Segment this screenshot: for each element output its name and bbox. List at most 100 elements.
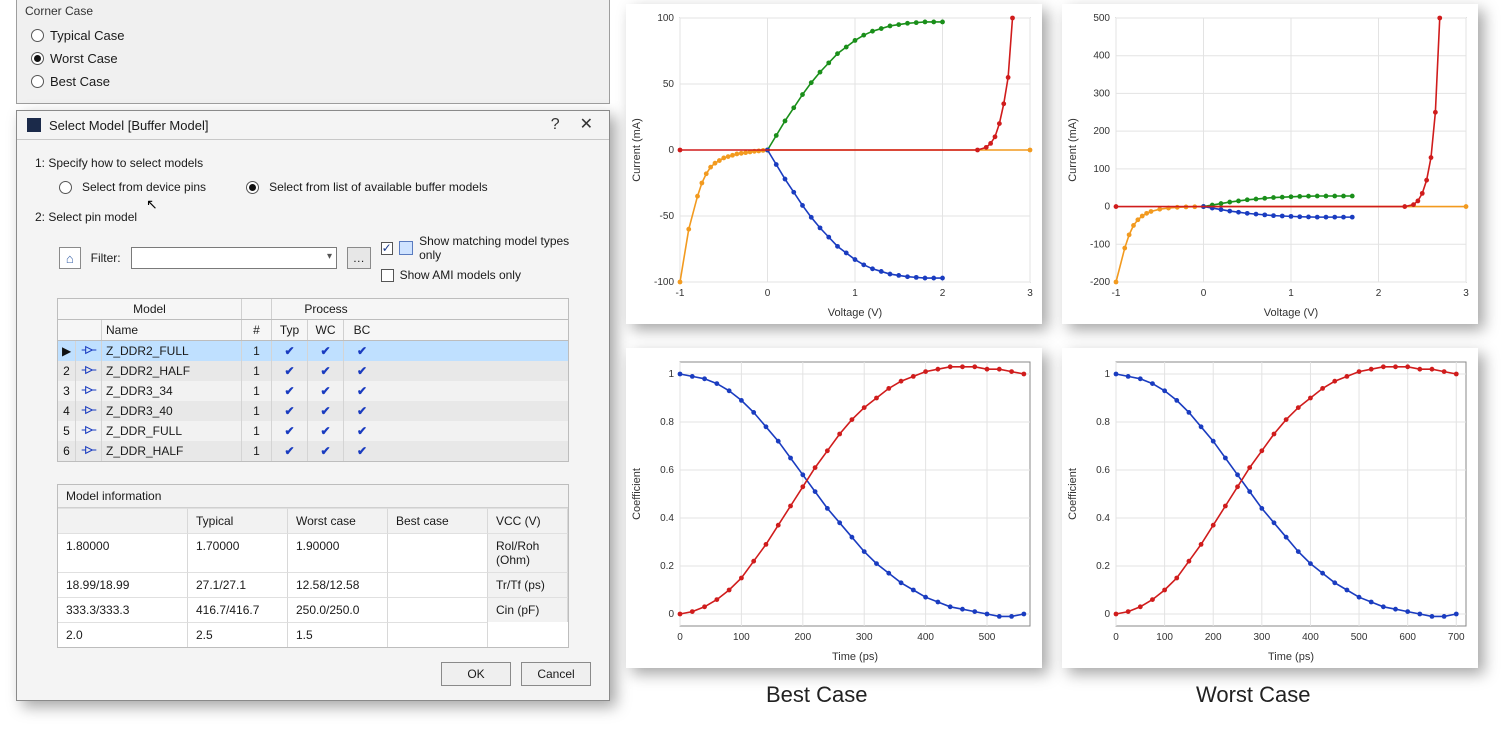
coef-chart-best: 010020030040050000.20.40.60.81Time (ps)C… — [626, 348, 1042, 668]
wc-check: ✔ — [308, 421, 344, 441]
info-col-header: Typical — [188, 508, 288, 533]
svg-text:700: 700 — [1448, 632, 1465, 643]
svg-text:Coefficient: Coefficient — [1067, 468, 1079, 520]
radio-select-from-list[interactable] — [246, 181, 259, 194]
chk-show-matching[interactable] — [381, 242, 394, 255]
svg-text:400: 400 — [1093, 51, 1110, 62]
svg-text:-100: -100 — [1090, 239, 1110, 250]
typ-check: ✔ — [272, 381, 308, 401]
svg-text:Time (ps): Time (ps) — [832, 651, 878, 663]
svg-text:Current (mA): Current (mA) — [631, 118, 643, 182]
svg-text:100: 100 — [1093, 164, 1110, 175]
model-row[interactable]: 2Z_DDR2_HALF1✔✔✔ — [58, 361, 568, 381]
close-button[interactable]: ✕ — [574, 117, 599, 133]
svg-text:1: 1 — [668, 369, 674, 380]
svg-text:3: 3 — [1463, 288, 1469, 299]
svg-text:2: 2 — [940, 288, 946, 299]
cancel-button[interactable]: Cancel — [521, 662, 591, 686]
wc-check: ✔ — [308, 441, 344, 461]
info-pad — [388, 572, 488, 597]
ok-button[interactable]: OK — [441, 662, 511, 686]
info-wc: 1.70000 — [188, 533, 288, 572]
bc-check: ✔ — [344, 401, 380, 421]
col-typ: Typ — [272, 320, 308, 340]
info-typ: 1.80000 — [58, 533, 188, 572]
buffer-icon — [76, 341, 102, 361]
svg-text:0: 0 — [668, 145, 674, 156]
info-col-header — [58, 508, 188, 533]
model-row[interactable]: ▶Z_DDR2_FULL1✔✔✔ — [58, 341, 568, 361]
model-hash: 1 — [242, 441, 272, 461]
corner-case-legend: Corner Case — [25, 4, 601, 18]
col-group-model: Model — [58, 299, 242, 319]
filter-browse-button[interactable]: … — [347, 247, 371, 269]
col-name: Name — [102, 320, 242, 340]
bc-check: ✔ — [344, 341, 380, 361]
info-col-header: Best case — [388, 508, 488, 533]
typ-check: ✔ — [272, 421, 308, 441]
svg-text:0.6: 0.6 — [1096, 465, 1110, 476]
info-row-label: Cin (pF) — [488, 597, 568, 622]
model-hash: 1 — [242, 401, 272, 421]
corner-option[interactable]: Best Case — [25, 70, 601, 93]
svg-text:-1: -1 — [1112, 288, 1121, 299]
model-hash: 1 — [242, 421, 272, 441]
model-grid: Model Process Name # Typ WC BC ▶Z_DDR2_F… — [57, 298, 569, 462]
svg-text:0.8: 0.8 — [1096, 417, 1110, 428]
corner-option-label: Typical Case — [50, 28, 124, 43]
help-button[interactable]: ? — [545, 117, 566, 133]
chk-show-ami[interactable] — [381, 269, 394, 282]
model-row[interactable]: 6Z_DDR_HALF1✔✔✔ — [58, 441, 568, 461]
info-row-label: Tr/Tf (ps) — [488, 572, 568, 597]
info-bc: 1.90000 — [288, 533, 388, 572]
svg-text:300: 300 — [1093, 88, 1110, 99]
info-pad — [388, 597, 488, 622]
info-pad — [388, 533, 488, 572]
buffer-icon — [76, 361, 102, 381]
step1-label: 1: Specify how to select models — [35, 156, 591, 170]
svg-text:200: 200 — [1093, 126, 1110, 137]
model-row[interactable]: 4Z_DDR3_401✔✔✔ — [58, 401, 568, 421]
wc-check: ✔ — [308, 341, 344, 361]
wc-check: ✔ — [308, 381, 344, 401]
buffer-icon — [76, 381, 102, 401]
corner-option[interactable]: Worst Case — [25, 47, 601, 70]
step2-label: 2: Select pin model — [35, 210, 591, 224]
svg-text:0.4: 0.4 — [1096, 513, 1110, 524]
svg-text:100: 100 — [657, 13, 674, 24]
wc-check: ✔ — [308, 401, 344, 421]
corner-option[interactable]: Typical Case — [25, 24, 601, 47]
filter-combo[interactable]: ▾ — [131, 247, 337, 269]
col-group-process: Process — [272, 299, 380, 319]
svg-text:300: 300 — [1253, 632, 1270, 643]
buffer-icon — [76, 441, 102, 461]
svg-text:400: 400 — [917, 632, 934, 643]
svg-text:3: 3 — [1027, 288, 1033, 299]
radio-icon — [31, 75, 44, 88]
info-bc: 250.0/250.0 — [288, 597, 388, 622]
svg-text:Time (ps): Time (ps) — [1268, 651, 1314, 663]
bc-check: ✔ — [344, 421, 380, 441]
home-button[interactable]: ⌂ — [59, 247, 81, 269]
caption-best: Best Case — [766, 682, 868, 708]
svg-text:Coefficient: Coefficient — [631, 468, 643, 520]
info-wc: 2.5 — [188, 622, 288, 647]
svg-text:0: 0 — [765, 288, 771, 299]
bc-check: ✔ — [344, 381, 380, 401]
caption-worst: Worst Case — [1196, 682, 1311, 708]
wc-check: ✔ — [308, 361, 344, 381]
radio-select-from-pins[interactable] — [59, 181, 72, 194]
filter-label: Filter: — [91, 251, 121, 265]
info-bc: 12.58/12.58 — [288, 572, 388, 597]
radio-select-from-pins-label: Select from device pins — [82, 180, 206, 194]
svg-text:600: 600 — [1399, 632, 1416, 643]
model-row[interactable]: 3Z_DDR3_341✔✔✔ — [58, 381, 568, 401]
select-model-dialog: Select Model [Buffer Model] ? ✕ 1: Speci… — [16, 110, 610, 701]
model-row[interactable]: 5Z_DDR_FULL1✔✔✔ — [58, 421, 568, 441]
svg-text:1: 1 — [1104, 369, 1110, 380]
chk-show-ami-label: Show AMI models only — [400, 268, 521, 282]
model-name: Z_DDR_HALF — [102, 441, 242, 461]
svg-text:100: 100 — [1156, 632, 1173, 643]
model-hash: 1 — [242, 381, 272, 401]
radio-icon — [31, 52, 44, 65]
